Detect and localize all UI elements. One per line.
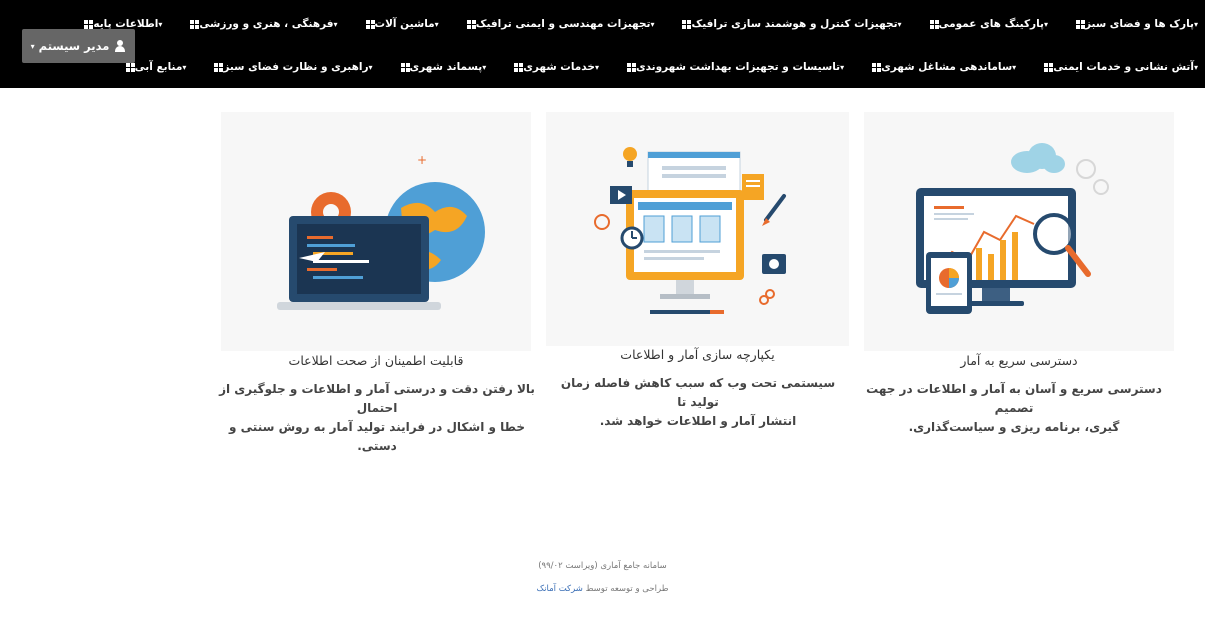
menu-urban-waste[interactable]: پسماند شهری ▾ bbox=[398, 61, 490, 73]
grid-icon bbox=[872, 62, 882, 72]
user-menu-button[interactable]: مدیر سیستم ▾ bbox=[22, 29, 135, 63]
feature-title: قابلیت اطمینان از صحت اطلاعات bbox=[288, 353, 464, 368]
grid-icon bbox=[929, 19, 939, 29]
svg-text:+: + bbox=[417, 153, 427, 167]
feature-description-line: خطا و اشکال در فرایند تولید آمار به روش … bbox=[229, 420, 525, 453]
web-integration-illustration bbox=[546, 112, 849, 346]
feature-description: دسترسی سریع و آسان به آمار و اطلاعات در … bbox=[864, 380, 1164, 437]
nav-row-2: منابع آبی ▾ راهبری و نظارت فضای سبز ▾ پس… bbox=[101, 57, 1201, 77]
menu-label: پارک ها و فضای سبز bbox=[1085, 18, 1194, 30]
menu-culture-sports[interactable]: فرهنگی ، هنری و ورزشی ▾ bbox=[187, 18, 340, 30]
feature-description-line: بالا رفتن دقت و درستی آمار و اطلاعات و ج… bbox=[219, 382, 535, 415]
feature-description-line: گیری، برنامه ریزی و سیاست‌گذاری. bbox=[908, 420, 1120, 434]
grid-icon bbox=[466, 19, 476, 29]
feature-title: یکپارچه سازی آمار و اطلاعات bbox=[620, 347, 775, 362]
feature-card-reliability: + bbox=[221, 112, 531, 351]
footer-version: سامانه جامع آماری (ویراست ۹۹/۰۲) bbox=[538, 561, 667, 571]
menu-sanitation-facilities[interactable]: تاسیسات و تجهیزات بهداشت شهروندی ▾ bbox=[624, 61, 847, 73]
caret-down-icon: ▾ bbox=[650, 19, 655, 29]
caret-down-icon: ▾ bbox=[897, 19, 902, 29]
menu-parks-green-space[interactable]: پارک ها و فضای سبز ▾ bbox=[1073, 18, 1201, 30]
menu-label: پسماند شهری bbox=[409, 61, 483, 73]
camera-icon bbox=[762, 254, 786, 274]
clock-icon bbox=[620, 226, 644, 250]
menu-label: ساماندهی مشاغل شهری bbox=[881, 61, 1013, 73]
feature-title: دسترسی سریع به آمار bbox=[960, 353, 1078, 368]
menu-public-parking[interactable]: پارکینگ های عمومی ▾ bbox=[927, 18, 1051, 30]
menu-label: تاسیسات و تجهیزات بهداشت شهروندی bbox=[635, 61, 841, 73]
menu-urban-jobs[interactable]: ساماندهی مشاغل شهری ▾ bbox=[869, 61, 1019, 73]
caret-down-icon: ▾ bbox=[182, 62, 187, 72]
sparkle-icon: + bbox=[417, 153, 427, 167]
menu-fire-safety-services[interactable]: آتش نشانی و خدمات ایمنی ▾ bbox=[1041, 61, 1201, 73]
feature-description-line: دسترسی سریع و آسان به آمار و اطلاعات در … bbox=[866, 382, 1162, 415]
footer-credit: طراحی و توسعه توسط شرکت آمانک bbox=[0, 584, 1205, 594]
feature-card-fast-access bbox=[864, 112, 1174, 351]
grid-icon bbox=[190, 19, 200, 29]
grid-icon bbox=[626, 62, 636, 72]
footer-credit-prefix: طراحی و توسعه توسط bbox=[585, 584, 669, 594]
menu-label: آتش نشانی و خدمات ایمنی bbox=[1053, 61, 1194, 73]
menu-label: ماشین آلات bbox=[374, 18, 435, 30]
feature-description: بالا رفتن دقت و درستی آمار و اطلاعات و ج… bbox=[218, 380, 536, 456]
grid-icon bbox=[365, 19, 375, 29]
tablet-icon bbox=[926, 252, 972, 314]
company-link[interactable]: شرکت آمانک bbox=[537, 584, 583, 594]
grid-icon bbox=[214, 62, 224, 72]
menu-label: فرهنگی ، هنری و ورزشی bbox=[199, 18, 334, 30]
menu-urban-services[interactable]: خدمات شهری ▾ bbox=[511, 61, 602, 73]
document-icon bbox=[742, 174, 764, 200]
grid-icon bbox=[514, 62, 524, 72]
menu-label: پارکینگ های عمومی bbox=[938, 18, 1044, 30]
grid-icon bbox=[1076, 19, 1085, 29]
menu-traffic-safety-equipment[interactable]: تجهیزات مهندسی و ایمنی ترافیک ▾ bbox=[464, 18, 658, 30]
caret-down-icon: ▾ bbox=[434, 19, 439, 29]
feature-description-line: سیستمی تحت وب که سبب کاهش فاصله زمان تول… bbox=[560, 376, 836, 409]
grid-icon bbox=[125, 62, 135, 72]
menu-label: منابع آبی bbox=[134, 61, 183, 73]
caret-down-icon: ▾ bbox=[30, 41, 35, 51]
grid-icon bbox=[84, 19, 94, 29]
caret-down-icon: ▾ bbox=[840, 62, 845, 72]
top-navbar: اطلاعات پایه ▾ فرهنگی ، هنری و ورزشی ▾ م… bbox=[0, 0, 1205, 88]
caret-down-icon: ▾ bbox=[594, 62, 599, 72]
caret-down-icon: ▾ bbox=[482, 62, 487, 72]
grid-icon bbox=[682, 19, 692, 29]
laptop-icon bbox=[277, 216, 441, 310]
menu-label: تجهیزات مهندسی و ایمنی ترافیک bbox=[475, 18, 651, 30]
menu-machinery[interactable]: ماشین آلات ▾ bbox=[363, 18, 442, 30]
caret-down-icon: ▾ bbox=[158, 19, 163, 29]
menu-label: راهبری و نظارت فضای سبز bbox=[223, 61, 369, 73]
feature-description: سیستمی تحت وب که سبب کاهش فاصله زمان تول… bbox=[552, 374, 844, 431]
menu-label: خدمات شهری bbox=[523, 61, 595, 73]
grid-icon bbox=[1044, 62, 1054, 72]
caret-down-icon: ▾ bbox=[1193, 19, 1198, 29]
video-play-icon bbox=[610, 186, 632, 204]
caret-down-icon: ▾ bbox=[1043, 19, 1048, 29]
menu-green-space-supervision[interactable]: راهبری و نظارت فضای سبز ▾ bbox=[211, 61, 375, 73]
nav-row-1: اطلاعات پایه ▾ فرهنگی ، هنری و ورزشی ▾ م… bbox=[59, 14, 1201, 34]
menu-label: تجهیزات کنترل و هوشمند سازی ترافیک bbox=[691, 18, 898, 30]
feature-card-integration bbox=[546, 112, 849, 346]
caret-down-icon: ▾ bbox=[333, 19, 338, 29]
caret-down-icon: ▾ bbox=[368, 62, 373, 72]
caret-down-icon: ▾ bbox=[1012, 62, 1017, 72]
analytics-illustration bbox=[864, 112, 1174, 351]
feature-description-line: انتشار آمار و اطلاعات خواهد شد. bbox=[599, 414, 797, 428]
menu-traffic-control-equipment[interactable]: تجهیزات کنترل و هوشمند سازی ترافیک ▾ bbox=[679, 18, 904, 30]
caret-down-icon: ▾ bbox=[1193, 62, 1198, 72]
grid-icon bbox=[400, 62, 410, 72]
user-menu-label: مدیر سیستم bbox=[38, 39, 110, 53]
user-icon bbox=[114, 40, 126, 52]
laptop-globe-illustration: + bbox=[221, 112, 531, 351]
